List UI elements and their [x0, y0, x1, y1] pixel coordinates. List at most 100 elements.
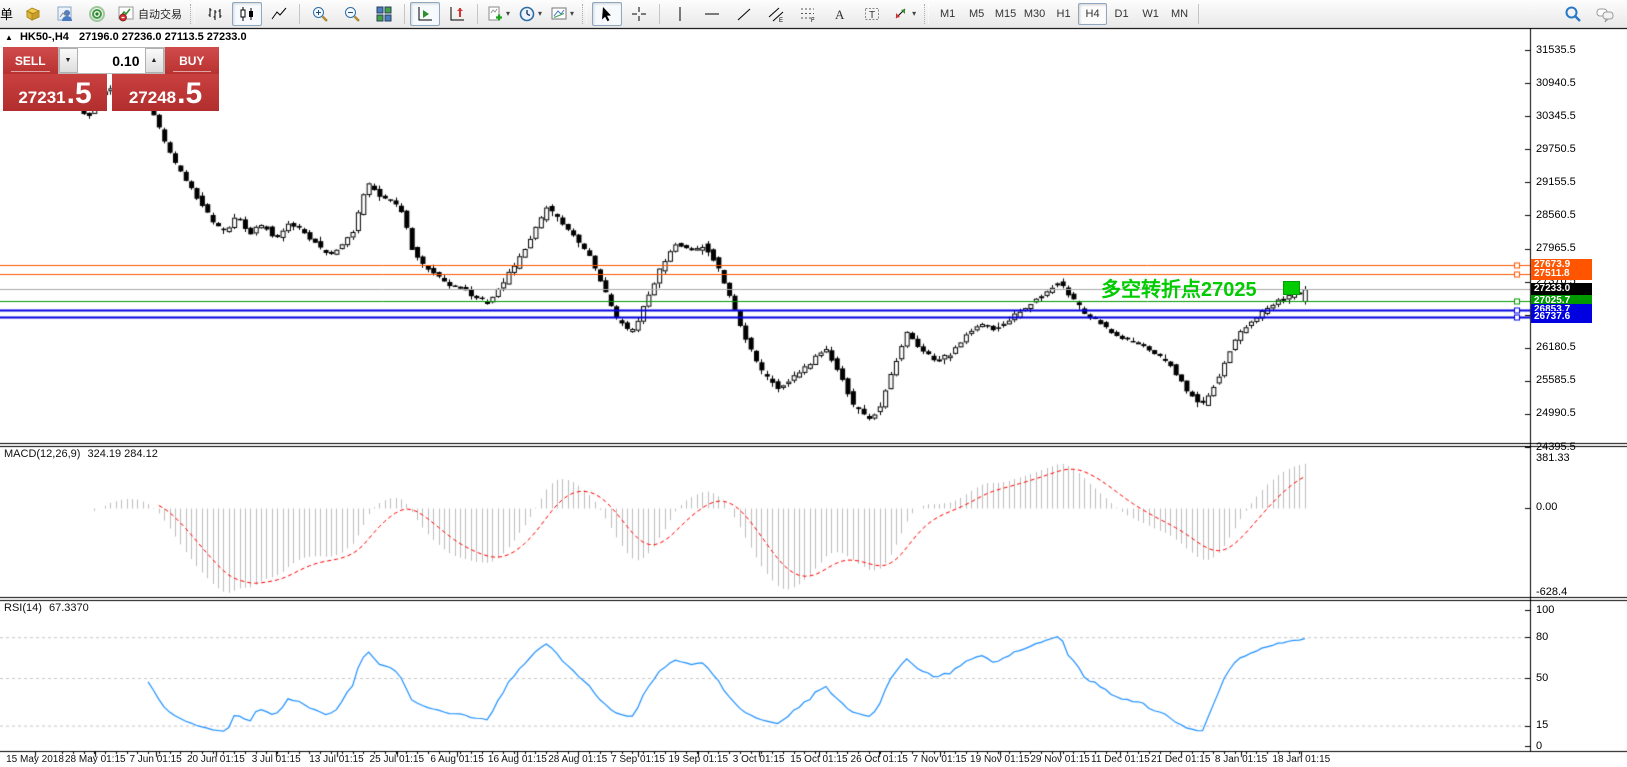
- timeframe-h1[interactable]: H1: [1049, 3, 1078, 25]
- timeframe-m30[interactable]: M30: [1020, 3, 1049, 25]
- auto-scroll-button[interactable]: [410, 2, 440, 26]
- date-axis-label: 19 Nov 01:15: [970, 754, 1030, 765]
- toolbar-separator: [477, 4, 478, 24]
- volume-box: ▼ ▲: [58, 47, 165, 74]
- horizontal-line-tool[interactable]: [697, 2, 727, 26]
- text-tool[interactable]: A: [825, 2, 855, 26]
- arrows-icon: [892, 5, 910, 23]
- turning-point-annotation[interactable]: 多空转折点27025: [1101, 273, 1257, 302]
- periods-button[interactable]: ▾: [515, 2, 545, 26]
- templates-dropdown-caret[interactable]: ▾: [570, 9, 574, 18]
- green-marker[interactable]: [1283, 281, 1300, 295]
- timeframe-m5[interactable]: M5: [962, 3, 991, 25]
- crosshair-icon: [630, 5, 648, 23]
- vertical-line-icon: [671, 5, 689, 23]
- periods-dropdown-caret[interactable]: ▾: [538, 9, 542, 18]
- svg-text:T: T: [869, 10, 875, 21]
- date-axis-label: 15 Oct 01:15: [790, 754, 847, 765]
- indicators-dropdown-caret[interactable]: ▾: [506, 9, 510, 18]
- autotrading-label: 自动交易: [138, 6, 182, 22]
- one-click-trading-panel: SELL ▼ ▲ BUY 27231 .5 27248 .5: [3, 47, 219, 111]
- cursor-icon: [598, 5, 616, 23]
- horizontal-line-icon: [703, 5, 721, 23]
- zoom-out-button[interactable]: [337, 2, 367, 26]
- volume-input[interactable]: [78, 48, 145, 73]
- bid-price-label: 27233.0: [1531, 283, 1592, 295]
- macd-axis-tick: 0.00: [1536, 501, 1557, 513]
- price-axis-tick: 30940.5: [1536, 77, 1576, 89]
- timeframe-m15[interactable]: M15: [991, 3, 1020, 25]
- date-axis-label: 25 Jul 01:15: [370, 754, 425, 765]
- macd-axis-tick: 381.33: [1536, 452, 1570, 464]
- date-axis-label: 7 Sep 01:15: [611, 754, 665, 765]
- timeframe-group: M1M5M15M30H1H4D1W1MN: [933, 3, 1194, 25]
- timeframe-mn[interactable]: MN: [1165, 3, 1194, 25]
- toolbar-separator: [299, 4, 300, 24]
- date-axis-label: 7 Nov 01:15: [913, 754, 967, 765]
- expert-advisors-button[interactable]: [82, 2, 112, 26]
- toolbar-grip: [582, 4, 587, 24]
- sell-button[interactable]: SELL: [3, 47, 58, 74]
- sell-label: SELL: [15, 54, 46, 68]
- date-axis-label: 28 May 01:15: [65, 754, 126, 765]
- profile-chart-icon: [56, 5, 74, 23]
- date-axis-label: 11 Dec 01:15: [1091, 754, 1150, 765]
- crosshair-tool-button[interactable]: [624, 2, 654, 26]
- candlestick-chart-button[interactable]: [232, 2, 262, 26]
- timeframe-h4[interactable]: H4: [1078, 3, 1107, 25]
- templates-button[interactable]: ▾: [547, 2, 577, 26]
- price-axis-tick: 25585.5: [1536, 374, 1576, 386]
- new-chart-button[interactable]: [18, 2, 48, 26]
- zoom-in-button[interactable]: [305, 2, 335, 26]
- timeframe-d1[interactable]: D1: [1107, 3, 1136, 25]
- line-chart-button[interactable]: [264, 2, 294, 26]
- rsi-axis-tick: 0: [1536, 740, 1542, 752]
- date-axis-label: 19 Sep 01:15: [669, 754, 729, 765]
- rsi-value: 67.3370: [49, 602, 89, 614]
- chat-button[interactable]: [1590, 2, 1620, 26]
- zoom-in-icon: [311, 5, 329, 23]
- macd-values: 324.19 284.12: [87, 448, 157, 460]
- cursor-tool-button[interactable]: [592, 2, 622, 26]
- tile-windows-icon: [375, 5, 393, 23]
- text-label-tool[interactable]: T: [857, 2, 887, 26]
- date-axis-label: 3 Oct 01:15: [733, 754, 785, 765]
- autotrading-button[interactable]: 自动交易: [114, 2, 185, 26]
- search-button[interactable]: [1558, 2, 1588, 26]
- volume-decrease-button[interactable]: ▼: [59, 48, 78, 73]
- price-axis-tick: 24395.5: [1536, 441, 1576, 453]
- price-axis-tick: 29155.5: [1536, 176, 1576, 188]
- profiles-button[interactable]: [50, 2, 80, 26]
- bar-chart-button[interactable]: [200, 2, 230, 26]
- date-axis-label: 29 Nov 01:15: [1030, 754, 1090, 765]
- equidistant-channel-tool[interactable]: E: [761, 2, 791, 26]
- chart-shift-button[interactable]: [442, 2, 472, 26]
- svg-text:A: A: [835, 7, 845, 22]
- timeframe-m1[interactable]: M1: [933, 3, 962, 25]
- volume-increase-button[interactable]: ▲: [145, 48, 164, 73]
- date-axis-label: 3 Jul 01:15: [252, 754, 301, 765]
- chart-canvas[interactable]: [0, 0, 1627, 767]
- toolbar-separator: [404, 4, 405, 24]
- timeframe-w1[interactable]: W1: [1136, 3, 1165, 25]
- arrows-tool[interactable]: ▾: [889, 2, 919, 26]
- macd-name: MACD(12,26,9): [4, 448, 80, 460]
- indicators-button[interactable]: ▾: [483, 2, 513, 26]
- buy-price-display[interactable]: 27248 .5: [112, 74, 219, 111]
- ohlc-values: 27196.0 27236.0 27113.5 27233.0: [79, 31, 247, 43]
- toolbar-grip: [924, 4, 929, 24]
- channel-icon: E: [767, 5, 785, 23]
- arrows-dropdown-caret[interactable]: ▾: [912, 9, 916, 18]
- date-axis-label: 7 Jun 01:15: [129, 754, 181, 765]
- text-icon: A: [831, 5, 849, 23]
- tile-windows-button[interactable]: [369, 2, 399, 26]
- fibonacci-tool[interactable]: F: [793, 2, 823, 26]
- sell-price-main: 27231: [18, 88, 65, 108]
- one-click-collapse-icon[interactable]: ▲: [5, 33, 13, 42]
- vertical-line-tool[interactable]: [665, 2, 695, 26]
- new-order-label[interactable]: 单: [0, 4, 13, 23]
- sell-price-display[interactable]: 27231 .5: [3, 74, 107, 111]
- buy-button[interactable]: BUY: [165, 47, 220, 74]
- clock-icon: [518, 5, 536, 23]
- trendline-tool[interactable]: [729, 2, 759, 26]
